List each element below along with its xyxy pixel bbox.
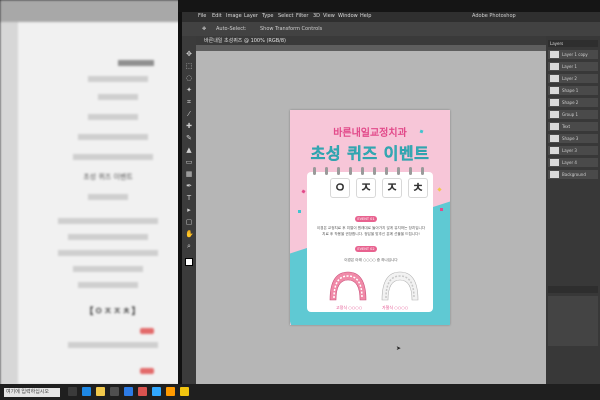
poster-title: 초성 퀴즈 이벤트 bbox=[310, 144, 430, 163]
ruler bbox=[196, 45, 546, 51]
quiz-tile: ㅇ bbox=[330, 178, 350, 198]
quiz-tile: ㅈ bbox=[356, 178, 376, 198]
menu-image[interactable]: Image bbox=[226, 13, 242, 19]
left-page-jamo: 【ㅇㅈㅈㅊ】 bbox=[84, 307, 142, 317]
menu-type[interactable]: Type bbox=[262, 13, 273, 19]
magic-wand-icon[interactable]: ✦ bbox=[185, 86, 193, 94]
foreground-color-swatch[interactable] bbox=[185, 258, 193, 266]
monitor-top-bezel bbox=[178, 0, 600, 12]
brush-icon[interactable]: ✎ bbox=[185, 134, 193, 142]
confetti-shape bbox=[437, 187, 442, 192]
layer-row[interactable]: Layer 4 bbox=[548, 158, 598, 167]
layer-row[interactable]: Background bbox=[548, 170, 598, 179]
auto-select-checkbox[interactable]: Auto-Select: bbox=[216, 26, 247, 32]
layer-row[interactable]: Layer 1 bbox=[548, 62, 598, 71]
menu-edit[interactable]: Edit bbox=[212, 13, 222, 19]
confetti-shape bbox=[440, 208, 443, 211]
layers-panel-header[interactable]: Layers bbox=[548, 40, 598, 47]
healing-icon[interactable]: ✚ bbox=[185, 122, 193, 130]
layer-row[interactable]: Shape 2 bbox=[548, 98, 598, 107]
fixed-retainer-label: 고정식 ○○○○ bbox=[336, 305, 363, 310]
pen-icon[interactable]: ✒ bbox=[185, 182, 193, 190]
eyedropper-icon[interactable]: ⁄ bbox=[185, 110, 193, 118]
document-tab-bar: 바른내일 초성퀴즈 @ 100% (RGB/8) bbox=[196, 36, 546, 45]
quiz-tiles: ㅇ ㅈ ㅈ ㅊ bbox=[330, 178, 430, 200]
calendar-spiral bbox=[307, 167, 433, 175]
lasso-icon[interactable]: ◌ bbox=[185, 74, 193, 82]
eraser-icon[interactable]: ▭ bbox=[185, 158, 193, 166]
menu-select[interactable]: Select bbox=[278, 13, 293, 19]
shape-icon[interactable]: ▢ bbox=[185, 218, 193, 226]
layer-row[interactable]: Layer 3 bbox=[548, 146, 598, 155]
app-title: Adobe Photoshop bbox=[472, 13, 516, 19]
menu-filter[interactable]: Filter bbox=[296, 13, 308, 19]
move-tool-icon[interactable]: ✥ bbox=[202, 26, 206, 32]
layer-row[interactable]: Group 1 bbox=[548, 110, 598, 119]
crop-icon[interactable]: ⌗ bbox=[185, 98, 193, 106]
type-icon[interactable]: T bbox=[185, 194, 193, 202]
mail-icon[interactable] bbox=[124, 387, 133, 396]
menu-window[interactable]: Window bbox=[338, 13, 358, 19]
taskbar-search-box[interactable]: 여기에 입력하십시오 bbox=[4, 388, 60, 397]
photoshop-icon[interactable] bbox=[152, 387, 161, 396]
layers-panel: Layers Layer 1 copy Layer 1 Layer 2 Shap… bbox=[546, 36, 600, 390]
stamp-icon[interactable]: ▲ bbox=[185, 146, 193, 154]
poster-subtitle: 바른내일교정치과 bbox=[333, 128, 407, 139]
path-select-icon[interactable]: ▸ bbox=[185, 206, 193, 214]
kakao-icon[interactable] bbox=[180, 387, 189, 396]
gradient-icon[interactable]: ▦ bbox=[185, 170, 193, 178]
menu-view[interactable]: View bbox=[323, 13, 335, 19]
confetti-shape bbox=[298, 210, 301, 213]
illustrator-icon[interactable] bbox=[166, 387, 175, 396]
layer-row[interactable]: Shape 3 bbox=[548, 134, 598, 143]
photo-scene: 초성 퀴즈 이벤트 【ㅇㅈㅈㅊ】 여기에 입력하십시오 File Edit Im… bbox=[0, 0, 600, 400]
menu-bar: File Edit Image Layer Type Select Filter… bbox=[182, 12, 600, 22]
hand-icon[interactable]: ✋ bbox=[185, 230, 194, 238]
mouse-cursor-icon: ➤ bbox=[396, 345, 402, 352]
document-tab[interactable]: 바른내일 초성퀴즈 @ 100% (RGB/8) bbox=[204, 37, 286, 44]
removable-retainer-illustration bbox=[381, 271, 419, 301]
show-transform-checkbox[interactable]: Show Transform Controls bbox=[260, 26, 322, 32]
event-badge-2: EVENT 02 bbox=[355, 246, 377, 252]
marquee-icon[interactable]: ⬚ bbox=[185, 62, 193, 70]
left-browser-bar bbox=[0, 0, 200, 22]
file-explorer-icon[interactable] bbox=[96, 387, 105, 396]
properties-panel bbox=[548, 296, 598, 346]
tools-panel: ✥ ⬚ ◌ ✦ ⌗ ⁄ ✚ ✎ ▲ ▭ ▦ ✒ T ▸ ▢ ✋ ⌕ bbox=[182, 36, 196, 390]
removable-retainer-label: 가철식 ○○○○ bbox=[382, 305, 409, 310]
left-monitor: 초성 퀴즈 이벤트 【ㅇㅈㅈㅊ】 bbox=[0, 0, 200, 400]
layer-row[interactable]: Layer 2 bbox=[548, 74, 598, 83]
menu-3d[interactable]: 3D bbox=[313, 13, 320, 19]
left-page-heading: 초성 퀴즈 이벤트 bbox=[83, 173, 133, 181]
quiz-tile: ㅈ bbox=[382, 178, 402, 198]
layer-row[interactable]: Text bbox=[548, 122, 598, 131]
chrome-icon[interactable] bbox=[138, 387, 147, 396]
event-badge-1: EVENT 01 bbox=[355, 216, 377, 222]
menu-file[interactable]: File bbox=[198, 13, 206, 19]
move-icon[interactable]: ✥ bbox=[185, 50, 193, 58]
fixed-retainer-illustration bbox=[329, 271, 367, 301]
layer-row[interactable]: Layer 1 copy bbox=[548, 50, 598, 59]
store-icon[interactable] bbox=[110, 387, 119, 396]
menu-layer[interactable]: Layer bbox=[244, 13, 258, 19]
poster-text-1: 이경은 교정치료 후 치열이 원래대로 돌아가지 않게 유지하는 장치입니다 bbox=[316, 226, 426, 230]
task-view-icon[interactable] bbox=[68, 387, 77, 396]
confetti-shape bbox=[301, 189, 306, 194]
options-bar: ✥ Auto-Select: Show Transform Controls bbox=[182, 22, 600, 36]
quiz-tile: ㅊ bbox=[408, 178, 428, 198]
menu-help[interactable]: Help bbox=[360, 13, 371, 19]
layer-row[interactable]: Shape 1 bbox=[548, 86, 598, 95]
edge-icon[interactable] bbox=[82, 387, 91, 396]
left-web-page: 초성 퀴즈 이벤트 【ㅇㅈㅈㅊ】 bbox=[18, 22, 188, 384]
poster-text-3: 이경은 아래 ○○○○ 중 하나입니다 bbox=[344, 258, 398, 262]
poster-text-2: 치료 후 착용을 권장합니다. 정답을 맞추신 분께 선물을 드립니다! bbox=[322, 232, 420, 236]
properties-panel-header[interactable] bbox=[548, 286, 598, 293]
zoom-icon[interactable]: ⌕ bbox=[185, 242, 193, 250]
